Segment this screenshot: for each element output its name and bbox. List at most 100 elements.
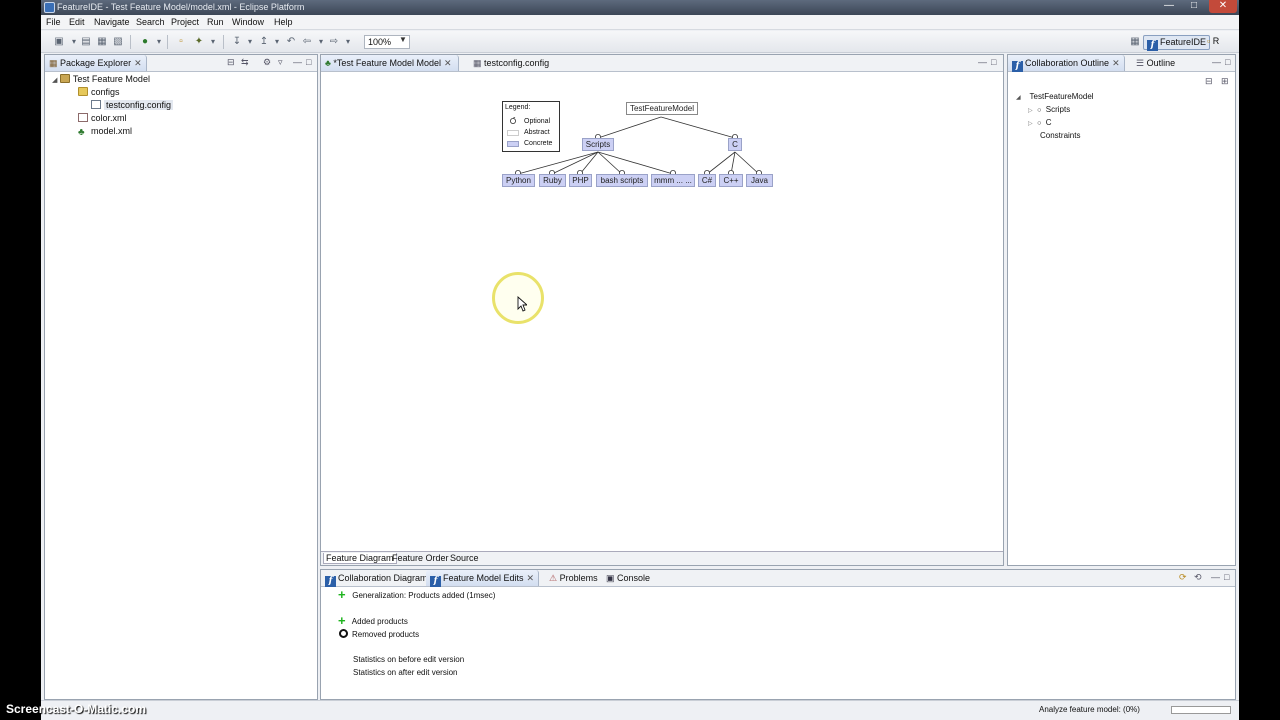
menu-edit[interactable]: Edit <box>69 17 85 27</box>
close-icon[interactable]: ✕ <box>527 573 535 583</box>
print-icon[interactable]: ▧ <box>112 36 124 48</box>
config-file-icon: ▦ <box>473 58 482 68</box>
menu-run[interactable]: Run <box>207 17 224 27</box>
tree-item-project[interactable]: ◢ Test Feature Model <box>52 74 150 84</box>
collapse-all-icon[interactable]: ⊟ <box>227 57 235 68</box>
next-annotation-icon[interactable]: ↧ <box>231 36 243 48</box>
prev-annotation-icon[interactable]: ↥ <box>258 36 270 48</box>
feature-java[interactable]: Java <box>746 174 773 187</box>
collapse-all-icon[interactable]: ⊟ <box>1205 76 1213 87</box>
minimize-view-icon[interactable]: — <box>1212 57 1221 67</box>
tree-item-testconfig[interactable]: testconfig.config <box>91 100 174 110</box>
main-toolbar: ▣ ▾ ▤ ▦ ▧ ● ▾ ▫ ✦ ▾ ↧ ▾ ↥ ▾ ↶ ⇦ ▾ ⇨ ▾ 10… <box>41 31 1239 53</box>
refresh-icon[interactable]: ⟳ <box>1179 572 1187 583</box>
link-editor-icon[interactable]: ⇆ <box>241 57 249 68</box>
chevron-down-icon[interactable]: ▼ <box>399 35 407 44</box>
feature-cpp[interactable]: C++ <box>719 174 743 187</box>
maximize-view-icon[interactable]: □ <box>1225 57 1230 67</box>
menu-help[interactable]: Help <box>274 17 293 27</box>
menu-file[interactable]: File <box>46 17 61 27</box>
tab-outline[interactable]: ☰ Outline <box>1132 55 1179 71</box>
outline-icon: ☰ <box>1136 58 1145 68</box>
run-icon[interactable]: ● <box>139 36 151 48</box>
menu-project[interactable]: Project <box>171 17 199 27</box>
stats-before-row[interactable]: Statistics on before edit version <box>353 655 464 664</box>
tab-feature-diagram[interactable]: Feature Diagram <box>323 553 397 564</box>
maximize-view-icon[interactable]: □ <box>1224 572 1229 582</box>
tab-problems[interactable]: ⚠ Problems <box>545 570 602 586</box>
close-window-icon[interactable]: ✕ <box>1209 0 1237 13</box>
menu-navigate[interactable]: Navigate <box>94 17 130 27</box>
view-menu-icon[interactable]: ▿ <box>278 57 283 68</box>
optional-circle-icon: ○ <box>1037 120 1042 127</box>
stats-after-row[interactable]: Statistics on after edit version <box>353 668 458 677</box>
forward-icon[interactable]: ⇨ <box>328 36 340 48</box>
run-dropdown-icon[interactable]: ▾ <box>153 36 165 48</box>
tab-collaboration-diagram[interactable]: f Collaboration Diagram <box>321 570 432 587</box>
sync-icon[interactable]: ⟲ <box>1194 572 1202 583</box>
maximize-icon[interactable]: □ <box>1183 0 1205 13</box>
removed-products-row[interactable]: Removed products <box>338 629 419 639</box>
tab-feature-model[interactable]: ♣ *Test Feature Model Model ✕ <box>321 55 459 71</box>
wand-dropdown-icon[interactable]: ▾ <box>207 36 219 48</box>
perspective-r[interactable]: ▫ R <box>1204 35 1222 50</box>
legend-abstract: Abstract <box>524 129 550 136</box>
save-icon[interactable]: ▤ <box>80 36 92 48</box>
tree-item-color-xml[interactable]: color.xml <box>78 113 127 123</box>
outline-root[interactable]: ◢ TestFeatureModel <box>1016 92 1094 101</box>
outline-item-c[interactable]: ▷ ○ C <box>1028 118 1052 127</box>
minimize-icon[interactable]: — <box>1158 0 1180 13</box>
open-folder-icon[interactable]: ▫ <box>175 36 187 48</box>
feature-diagram-canvas[interactable]: Legend: Optional Abstract Concrete TestF… <box>321 72 1003 552</box>
tree-item-model-xml[interactable]: ♣ model.xml <box>78 126 132 138</box>
outline-panel: f Collaboration Outline ✕ ☰ Outline — □ ⊟ … <box>1007 54 1236 566</box>
feature-python[interactable]: Python <box>502 174 535 187</box>
minimize-view-icon[interactable]: — <box>978 57 987 67</box>
legend-optional: Optional <box>524 118 551 125</box>
minimize-view-icon[interactable]: — <box>293 57 302 67</box>
open-perspective-icon[interactable]: ▦ <box>1129 36 1141 48</box>
outline-constraints[interactable]: Constraints <box>1040 131 1080 140</box>
tree-item-configs[interactable]: configs <box>78 87 120 97</box>
tab-source[interactable]: Source <box>448 553 481 563</box>
new-dropdown-icon[interactable]: ▾ <box>68 36 80 48</box>
added-products-row[interactable]: + Added products <box>338 613 408 628</box>
feature-bash-scripts[interactable]: bash scripts <box>596 174 648 187</box>
forward-dropdown-icon[interactable]: ▾ <box>342 36 354 48</box>
save-all-icon[interactable]: ▦ <box>96 36 108 48</box>
next-annotation-dropdown-icon[interactable]: ▾ <box>244 36 256 48</box>
tab-console[interactable]: ▣ Console <box>602 570 654 586</box>
maximize-view-icon[interactable]: □ <box>991 57 996 67</box>
tab-package-explorer[interactable]: ▦ Package Explorer ✕ <box>45 55 147 71</box>
feature-ruby[interactable]: Ruby <box>539 174 566 187</box>
expand-all-icon[interactable]: ⊞ <box>1221 76 1229 87</box>
close-icon[interactable]: ✕ <box>444 58 452 68</box>
prev-annotation-dropdown-icon[interactable]: ▾ <box>271 36 283 48</box>
maximize-view-icon[interactable]: □ <box>306 57 311 67</box>
plus-icon: + <box>338 613 346 628</box>
feature-scripts[interactable]: Scripts <box>582 138 614 151</box>
editor-page-tabs: Feature Diagram Feature Order Source <box>321 551 1003 565</box>
perspective-featureide[interactable]: f FeatureIDE <box>1143 35 1211 51</box>
menu-window[interactable]: Window <box>232 17 264 27</box>
feature-php[interactable]: PHP <box>569 174 592 187</box>
feature-c[interactable]: C <box>728 138 742 151</box>
filter-icon[interactable]: ⚙ <box>263 57 271 68</box>
new-icon[interactable]: ▣ <box>53 36 65 48</box>
last-edit-icon[interactable]: ↶ <box>285 36 297 48</box>
minimize-view-icon[interactable]: — <box>1211 572 1220 582</box>
feature-root[interactable]: TestFeatureModel <box>626 102 698 115</box>
back-icon[interactable]: ⇦ <box>301 36 313 48</box>
outline-item-scripts[interactable]: ▷ ○ Scripts <box>1028 105 1070 114</box>
tab-feature-model-edits[interactable]: f Feature Model Edits ✕ <box>426 570 540 587</box>
feature-csharp[interactable]: C# <box>698 174 716 187</box>
menu-search[interactable]: Search <box>136 17 165 27</box>
tab-collaboration-outline[interactable]: f Collaboration Outline ✕ <box>1008 55 1125 72</box>
feature-mmm[interactable]: mmm ... ... <box>651 174 695 187</box>
wand-icon[interactable]: ✦ <box>193 36 205 48</box>
tab-feature-order[interactable]: Feature Order <box>390 553 451 563</box>
close-icon[interactable]: ✕ <box>134 58 142 68</box>
close-icon[interactable]: ✕ <box>1112 58 1120 68</box>
back-dropdown-icon[interactable]: ▾ <box>315 36 327 48</box>
tab-testconfig[interactable]: ▦ testconfig.config <box>469 55 553 71</box>
